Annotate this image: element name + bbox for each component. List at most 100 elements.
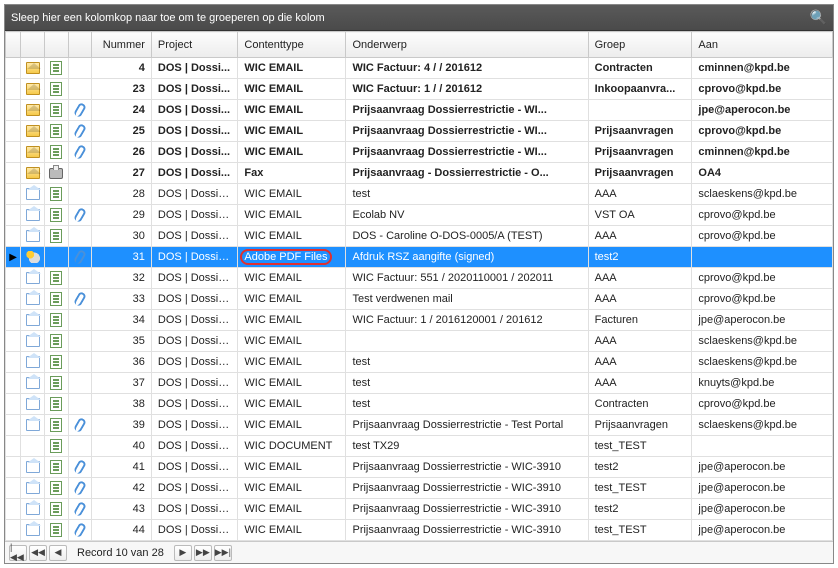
group-by-bar[interactable]: Sleep hier een kolomkop naar toe om te g…	[5, 5, 833, 31]
table-row[interactable]: 34DOS | Dossierr...WIC EMAILWIC Factuur:…	[6, 310, 833, 331]
cell-doc-icon	[44, 352, 68, 373]
table-row[interactable]: 40DOS | Dossierr...WIC DOCUMENTtest TX29…	[6, 436, 833, 457]
cell-status-icon	[21, 289, 45, 310]
table-row[interactable]: 38DOS | Dossierr...WIC EMAILtestContract…	[6, 394, 833, 415]
cell-attach-icon	[68, 289, 92, 310]
header-icon-1[interactable]	[21, 32, 45, 58]
table-row[interactable]: 37DOS | Dossierr...WIC EMAILtestAAAknuyt…	[6, 373, 833, 394]
table-row[interactable]: 36DOS | Dossierr...WIC EMAILtestAAAsclae…	[6, 352, 833, 373]
table-row[interactable]: 32DOS | Dossierr...WIC EMAILWIC Factuur:…	[6, 268, 833, 289]
doc-icon	[50, 187, 62, 201]
nav-first-button[interactable]: |◀◀	[9, 545, 27, 561]
table-row[interactable]: 30DOS | Dossierr...WIC EMAILDOS - Caroli…	[6, 226, 833, 247]
table-row[interactable]: ▶31DOS | Dossierr...Adobe PDF FilesAfdru…	[6, 247, 833, 268]
cell-status-icon	[21, 79, 45, 100]
table-row[interactable]: 35DOS | Dossierr...WIC EMAILAAAsclaesken…	[6, 331, 833, 352]
data-grid: Nummer Project Contenttype Onderwerp Gro…	[5, 31, 833, 541]
doc-icon	[50, 313, 62, 327]
table-row[interactable]: 28DOS | Dossierr...WIC EMAILtestAAAsclae…	[6, 184, 833, 205]
header-project[interactable]: Project	[151, 32, 237, 58]
cell-nummer: 27	[92, 163, 151, 184]
nav-prevpage-button[interactable]: ◀◀	[29, 545, 47, 561]
table-row[interactable]: 41DOS | Dossierr...WIC EMAILPrijsaanvraa…	[6, 457, 833, 478]
cell-groep: test_TEST	[588, 436, 692, 457]
nav-next-button[interactable]: ▶	[174, 545, 192, 561]
nav-last-button[interactable]: ▶▶|	[214, 545, 232, 561]
cell-onderwerp: test TX29	[346, 436, 588, 457]
header-onderwerp[interactable]: Onderwerp	[346, 32, 588, 58]
row-marker	[6, 268, 21, 289]
doc-icon	[50, 460, 62, 474]
env-closed-icon	[26, 125, 40, 137]
row-marker: ▶	[6, 247, 21, 268]
cell-contenttype: Fax	[238, 163, 346, 184]
table-row[interactable]: 42DOS | Dossierr...WIC EMAILPrijsaanvraa…	[6, 478, 833, 499]
env-open-icon	[26, 461, 40, 473]
cell-contenttype: WIC EMAIL	[238, 478, 346, 499]
env-open-icon	[26, 503, 40, 515]
nav-nextpage-button[interactable]: ▶▶	[194, 545, 212, 561]
header-aan[interactable]: Aan	[692, 32, 833, 58]
doc-icon	[50, 502, 62, 516]
cell-status-icon	[21, 268, 45, 289]
row-marker	[6, 205, 21, 226]
cell-onderwerp: test	[346, 394, 588, 415]
cell-attach-icon	[68, 478, 92, 499]
table-row[interactable]: 25DOS | Dossi...WIC EMAILPrijsaanvraag D…	[6, 121, 833, 142]
cell-project: DOS | Dossierr...	[151, 499, 237, 520]
header-groep[interactable]: Groep	[588, 32, 692, 58]
cell-contenttype: WIC EMAIL	[238, 121, 346, 142]
cell-groep: test_TEST	[588, 478, 692, 499]
env-open-icon	[26, 419, 40, 431]
table-row[interactable]: 27DOS | Dossi...FaxPrijsaanvraag - Dossi…	[6, 163, 833, 184]
table-row[interactable]: 43DOS | Dossierr...WIC EMAILPrijsaanvraa…	[6, 499, 833, 520]
cell-attach-icon	[68, 499, 92, 520]
cell-nummer: 28	[92, 184, 151, 205]
cell-doc-icon	[44, 478, 68, 499]
cell-onderwerp: Prijsaanvraag Dossierrestrictie - WIC-39…	[346, 457, 588, 478]
cell-status-icon	[21, 394, 45, 415]
header-nummer[interactable]: Nummer	[92, 32, 151, 58]
cell-doc-icon	[44, 331, 68, 352]
cell-nummer: 29	[92, 205, 151, 226]
env-open-icon	[26, 377, 40, 389]
cell-doc-icon	[44, 394, 68, 415]
cell-onderwerp: Afdruk RSZ aangifte (signed)	[346, 247, 588, 268]
printer-icon	[49, 168, 63, 179]
cell-nummer: 35	[92, 331, 151, 352]
cell-doc-icon	[44, 121, 68, 142]
cell-attach-icon	[68, 394, 92, 415]
cell-groep: AAA	[588, 373, 692, 394]
table-row[interactable]: 29DOS | Dossierr...WIC EMAILEcolab NVVST…	[6, 205, 833, 226]
table-row[interactable]: 23DOS | Dossi...WIC EMAILWIC Factuur: 1 …	[6, 79, 833, 100]
grid-scroll[interactable]: Nummer Project Contenttype Onderwerp Gro…	[5, 31, 833, 541]
header-icon-3[interactable]	[68, 32, 92, 58]
cell-nummer: 38	[92, 394, 151, 415]
cell-contenttype: WIC EMAIL	[238, 289, 346, 310]
row-marker	[6, 163, 21, 184]
env-closed-icon	[26, 62, 40, 74]
paperclip-icon	[73, 207, 87, 223]
row-marker	[6, 373, 21, 394]
cell-project: DOS | Dossierr...	[151, 436, 237, 457]
table-row[interactable]: 44DOS | Dossierr...WIC EMAILPrijsaanvraa…	[6, 520, 833, 541]
header-contenttype[interactable]: Contenttype	[238, 32, 346, 58]
table-row[interactable]: 24DOS | Dossi...WIC EMAILPrijsaanvraag D…	[6, 100, 833, 121]
doc-icon	[50, 397, 62, 411]
cell-groep: Prijsaanvragen	[588, 142, 692, 163]
table-row[interactable]: 4DOS | Dossi...WIC EMAILWIC Factuur: 4 /…	[6, 58, 833, 79]
env-closed-icon	[26, 146, 40, 158]
cell-nummer: 24	[92, 100, 151, 121]
table-row[interactable]: 39DOS | Dossierr...WIC EMAILPrijsaanvraa…	[6, 415, 833, 436]
paperclip-icon	[73, 123, 87, 139]
paperclip-icon	[73, 144, 87, 160]
search-icon[interactable]: 🔍	[810, 9, 827, 26]
cell-groep: VST OA	[588, 205, 692, 226]
table-row[interactable]: 26DOS | Dossi...WIC EMAILPrijsaanvraag D…	[6, 142, 833, 163]
header-icon-2[interactable]	[44, 32, 68, 58]
table-row[interactable]: 33DOS | Dossierr...WIC EMAILTest verdwen…	[6, 289, 833, 310]
cell-doc-icon	[44, 58, 68, 79]
cell-contenttype: WIC EMAIL	[238, 79, 346, 100]
cell-project: DOS | Dossierr...	[151, 457, 237, 478]
nav-prev-button[interactable]: ◀	[49, 545, 67, 561]
